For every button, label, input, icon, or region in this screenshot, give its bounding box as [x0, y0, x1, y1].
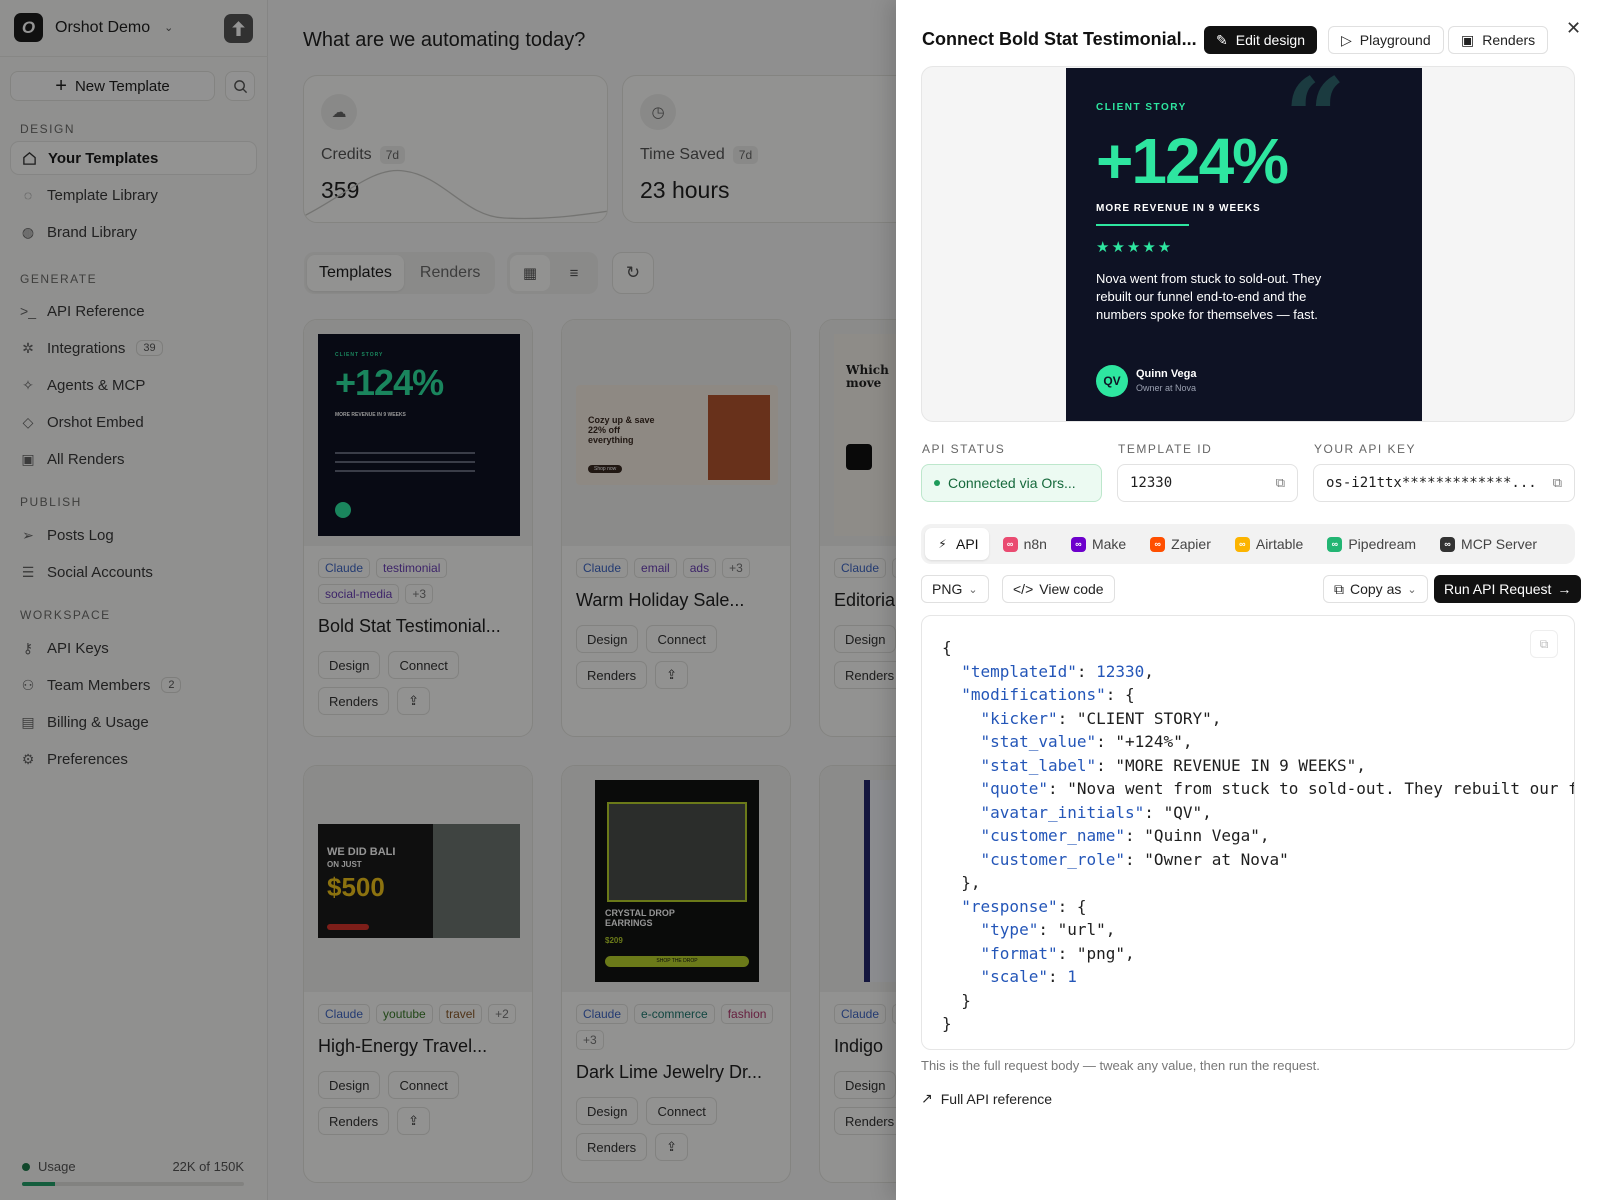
- playground-label: Playground: [1359, 32, 1431, 48]
- tab-make[interactable]: ∞ Make: [1061, 528, 1136, 560]
- api-key-field[interactable]: os-i21ttx*************... ⧉: [1313, 464, 1575, 502]
- edit-design-label: Edit design: [1235, 32, 1306, 48]
- tab-airtable[interactable]: ∞ Airtable: [1225, 528, 1313, 560]
- pipedream-icon: ∞: [1327, 536, 1343, 552]
- tab-label: API: [956, 536, 979, 552]
- tab-label: Pipedream: [1348, 536, 1417, 552]
- copy-as-label: Copy as: [1350, 581, 1402, 597]
- code-icon: </>: [1013, 581, 1034, 597]
- image-icon: ▣: [1461, 31, 1475, 48]
- copy-icon[interactable]: ⧉: [1553, 476, 1562, 491]
- drawer-title: Connect Bold Stat Testimonial...: [922, 29, 1197, 49]
- view-code-button[interactable]: </> View code: [1002, 575, 1115, 603]
- preview-image: “ CLIENT STORY +124% MORE REVENUE IN 9 W…: [1066, 66, 1422, 421]
- request-hint: This is the full request body — tweak an…: [921, 1058, 1320, 1073]
- tab-api[interactable]: ⚡ API: [925, 528, 989, 560]
- template-preview: “ CLIENT STORY +124% MORE REVENUE IN 9 W…: [921, 66, 1575, 422]
- zapier-icon: ∞: [1150, 536, 1166, 552]
- api-status-badge: Connected via Ors...: [921, 464, 1102, 502]
- code-value: "CLIENT STORY": [1076, 708, 1212, 728]
- tab-label: Airtable: [1255, 536, 1304, 552]
- preview-divider: [1096, 224, 1189, 226]
- chevron-down-icon: ⌄: [968, 583, 978, 596]
- close-icon: ✕: [1566, 18, 1582, 38]
- tab-mcp-server[interactable]: ∞ MCP Server: [1430, 528, 1547, 560]
- arrow-right-icon: →: [1557, 581, 1572, 597]
- template-id-value: 12330: [1130, 475, 1173, 491]
- api-status-label: API STATUS: [922, 442, 1006, 456]
- close-button[interactable]: ✕: [1566, 18, 1581, 39]
- code-value: 12330: [1096, 661, 1145, 681]
- run-label: Run API Request: [1444, 581, 1552, 597]
- code-content[interactable]: { "templateId": 12330, "modifications": …: [942, 636, 1575, 1036]
- tab-zapier[interactable]: ∞ Zapier: [1140, 528, 1221, 560]
- api-status-value: Connected via Ors...: [948, 475, 1076, 491]
- renders-label: Renders: [1482, 32, 1536, 48]
- code-value: "MORE REVENUE IN 9 WEEKS": [1115, 755, 1357, 775]
- tab-n8n[interactable]: ∞ n8n: [993, 528, 1057, 560]
- request-body-editor[interactable]: ⧉ { "templateId": 12330, "modifications"…: [921, 615, 1575, 1050]
- mcp-icon: ∞: [1440, 536, 1456, 552]
- tab-pipedream[interactable]: ∞ Pipedream: [1317, 528, 1426, 560]
- preview-stat: +124%: [1096, 125, 1289, 197]
- code-value: "url": [1057, 920, 1106, 939]
- chevron-down-icon: ⌄: [1407, 583, 1417, 596]
- template-id-label: TEMPLATE ID: [1118, 442, 1213, 456]
- n8n-icon: ∞: [1002, 536, 1018, 552]
- api-key-label: YOUR API KEY: [1314, 442, 1417, 456]
- api-reference-label: Full API reference: [940, 1090, 1053, 1107]
- status-dot-icon: [934, 480, 940, 486]
- quote-mark-icon: “: [1284, 66, 1347, 181]
- copy-icon[interactable]: ⧉: [1276, 476, 1285, 491]
- tab-label: Make: [1091, 536, 1127, 552]
- star-rating: ★★★★★: [1096, 239, 1174, 256]
- bolt-icon: ⚡: [938, 537, 947, 551]
- brush-icon: ✎: [1216, 31, 1228, 48]
- tab-label: Zapier: [1171, 536, 1211, 552]
- api-key-value: os-i21ttx*************...: [1326, 475, 1537, 491]
- view-code-label: View code: [1039, 581, 1104, 597]
- preview-avatar: QV: [1096, 365, 1128, 397]
- tab-label: MCP Server: [1461, 536, 1538, 552]
- code-value: "QV": [1163, 802, 1203, 822]
- full-api-reference-link[interactable]: ↗ Full API reference: [921, 1090, 1052, 1107]
- code-value: "Owner at Nova": [1144, 849, 1289, 869]
- preview-stat-label: MORE REVENUE IN 9 WEEKS: [1096, 203, 1261, 214]
- copy-icon: ⧉: [1334, 580, 1344, 597]
- preview-customer-name: Quinn Vega: [1136, 368, 1197, 380]
- run-api-request-button[interactable]: Run API Request →: [1434, 575, 1582, 603]
- preview-kicker: CLIENT STORY: [1096, 102, 1187, 113]
- edit-design-button[interactable]: ✎ Edit design: [1204, 26, 1318, 54]
- preview-quote: Nova went from stuck to sold-out. They r…: [1096, 271, 1322, 322]
- make-icon: ∞: [1070, 536, 1086, 552]
- template-id-field[interactable]: 12330 ⧉: [1117, 464, 1298, 502]
- code-value: "+124%": [1115, 732, 1183, 751]
- copy-as-button[interactable]: ⧉ Copy as ⌄: [1323, 575, 1428, 603]
- play-icon: ▷: [1341, 31, 1352, 48]
- code-value: "Quinn Vega": [1144, 826, 1260, 845]
- integration-tabs: ⚡ API ∞ n8n ∞ Make ∞ Zapier ∞ Airtable ∞ Pipedream ∞…: [921, 524, 1575, 564]
- preview-customer-role: Owner at Nova: [1136, 383, 1197, 393]
- code-value: "png": [1076, 943, 1126, 963]
- airtable-icon: ∞: [1234, 536, 1250, 552]
- format-value: PNG: [932, 581, 963, 597]
- external-link-icon: ↗: [921, 1090, 933, 1106]
- tab-label: n8n: [1023, 536, 1047, 552]
- connect-drawer: Connect Bold Stat Testimonial... ✎ Edit …: [896, 0, 1600, 1200]
- code-value: 1: [1067, 967, 1077, 986]
- format-select[interactable]: PNG ⌄: [921, 575, 989, 603]
- playground-button[interactable]: ▷ Playground: [1328, 26, 1444, 54]
- code-value: "Nova went from stuck to sold-out. They …: [1067, 779, 1575, 798]
- renders-button[interactable]: ▣ Renders: [1448, 26, 1549, 54]
